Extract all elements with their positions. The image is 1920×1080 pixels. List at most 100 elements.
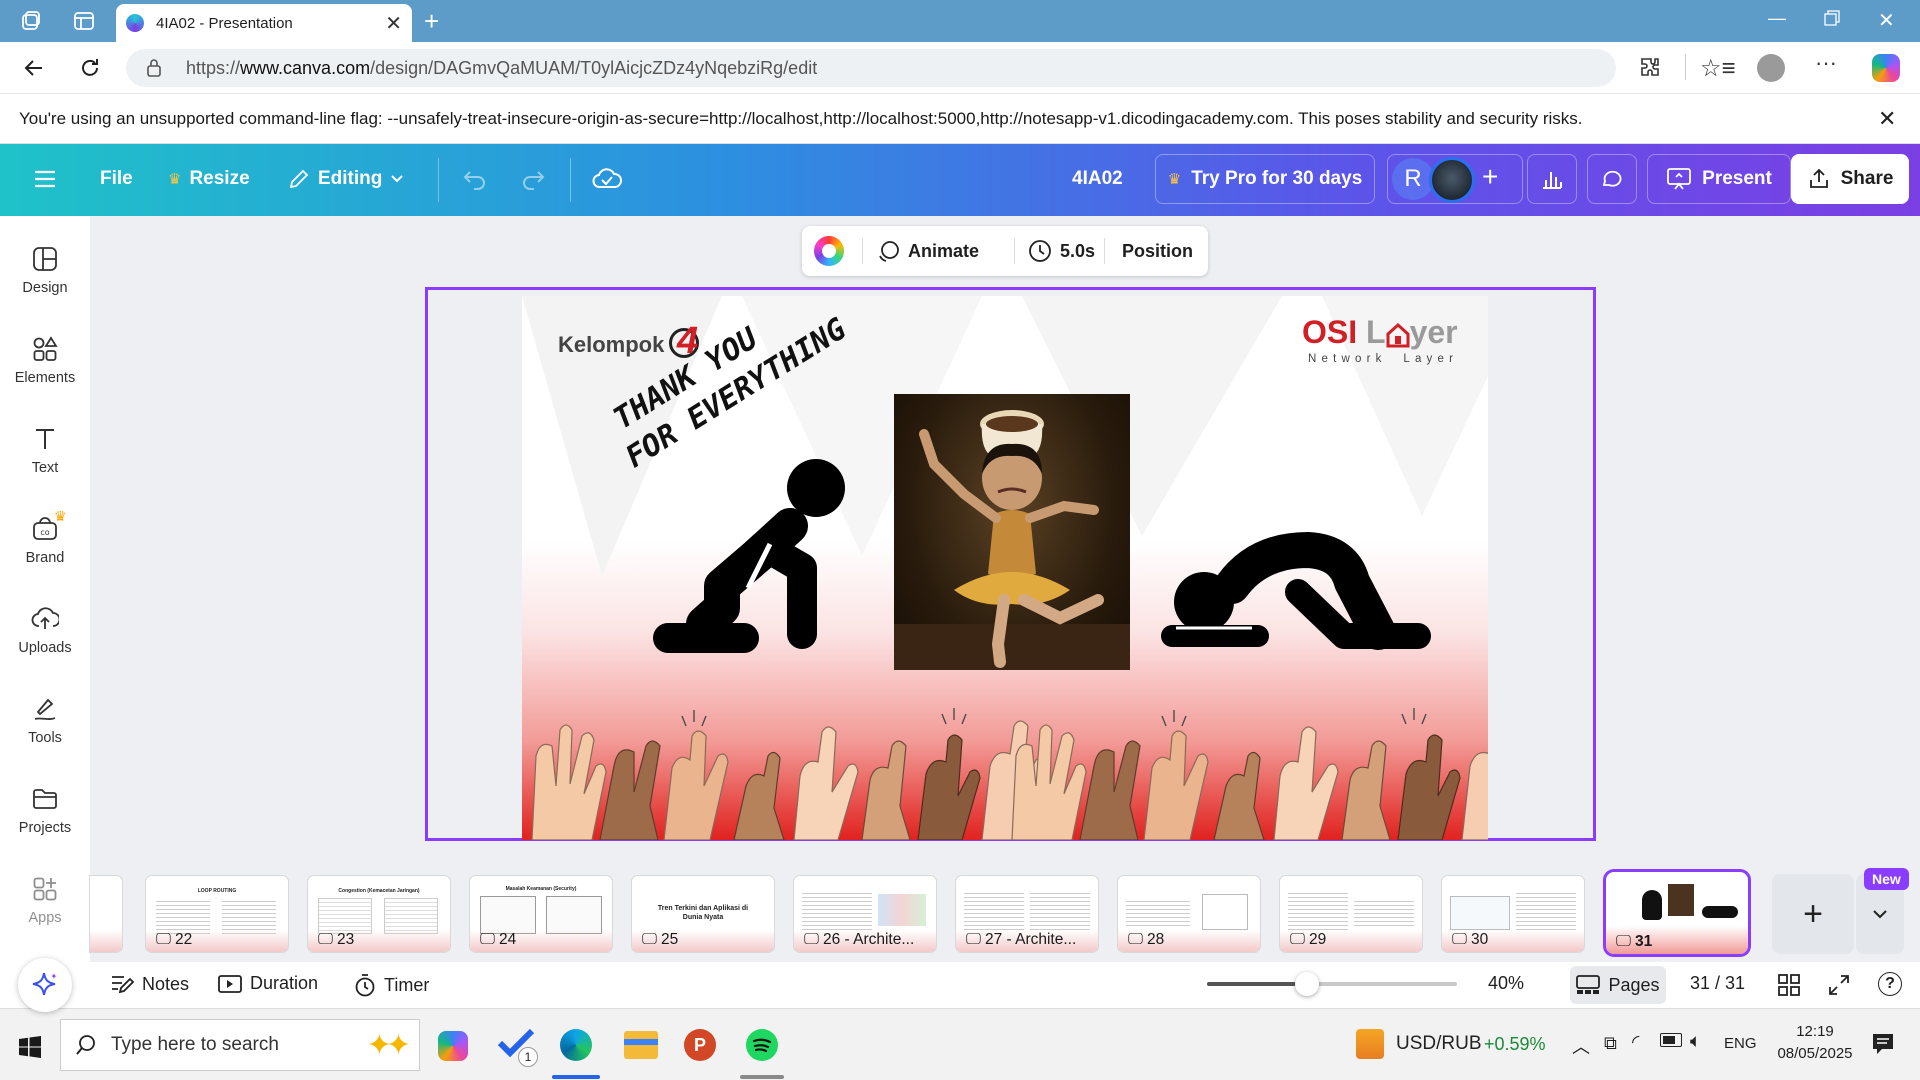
page-thumbnail-30[interactable]: 🖵 30 [1442, 876, 1584, 952]
refresh-icon[interactable] [78, 56, 102, 80]
notifications-icon[interactable] [1870, 1031, 1896, 1057]
page-thumbnail-22[interactable]: LOOP ROUTING 🖵 22 [146, 876, 288, 952]
document-title[interactable]: 4IA02 [1072, 168, 1123, 190]
todo-check-icon[interactable]: 1 [498, 1027, 538, 1067]
thumb-number: 22 [174, 931, 193, 948]
copilot-taskbar-icon[interactable] [438, 1031, 468, 1061]
duration-label: Duration [250, 973, 319, 993]
sidebar-item-uploads[interactable]: Uploads [0, 606, 90, 656]
file-explorer-icon[interactable] [624, 1031, 658, 1059]
present-label: Present [1702, 168, 1772, 189]
chevron-up-icon[interactable]: ︿ [1572, 1033, 1590, 1059]
clock[interactable]: 12:19 08/05/2025 [1770, 1021, 1860, 1065]
try-pro-button[interactable]: ♛ Try Pro for 30 days [1155, 154, 1375, 204]
duration-button[interactable]: Duration [218, 973, 318, 994]
share-button[interactable]: Share [1791, 154, 1909, 204]
browser-tab-active[interactable]: 4IA02 - Presentation ✕ [116, 4, 412, 42]
add-collaborator-icon[interactable]: + [1482, 161, 1498, 193]
collaborator-avatar[interactable] [1429, 157, 1475, 203]
close-tab-icon[interactable]: ✕ [385, 11, 402, 36]
close-warning-icon[interactable]: ✕ [1878, 106, 1896, 132]
extensions-icon[interactable] [1638, 55, 1662, 79]
copilot-icon[interactable] [1872, 54, 1900, 82]
edge-taskbar-icon[interactable] [560, 1029, 592, 1061]
collaborators-group: R + [1387, 154, 1523, 204]
wifi-icon[interactable]: ◜ [1632, 1031, 1639, 1054]
tab-actions-icon[interactable] [73, 10, 95, 32]
page-thumbnail-24[interactable]: Masalah Keamanan (Security) 🖵 24 [470, 876, 612, 952]
fullscreen-icon[interactable] [1828, 974, 1850, 996]
position-button[interactable]: Position [1122, 241, 1193, 262]
minimize-icon[interactable]: — [1768, 8, 1786, 29]
menu-hamburger-icon[interactable] [34, 170, 56, 188]
page-thumbnail-29[interactable]: 🖵 29 [1280, 876, 1422, 952]
close-window-icon[interactable]: ✕ [1878, 8, 1895, 33]
language-indicator[interactable]: ENG [1724, 1035, 1757, 1052]
color-wheel-icon[interactable] [814, 236, 844, 266]
duration-toolbar-button[interactable]: 5.0s [1028, 239, 1095, 263]
page-thumbnail-27[interactable]: 🖵 27 - Archite... [956, 876, 1098, 952]
zoom-slider-track[interactable] [1207, 972, 1457, 996]
editing-mode-button[interactable]: Editing [288, 168, 404, 190]
profile-avatar[interactable] [1757, 54, 1785, 82]
pages-toggle-button[interactable]: Pages [1570, 966, 1666, 1004]
redo-icon[interactable] [520, 168, 546, 190]
sidebar-item-tools[interactable]: Tools [0, 696, 90, 746]
undo-icon[interactable] [462, 168, 488, 190]
page-thumbnail-26[interactable]: 🖵 26 - Archite... [794, 876, 936, 952]
sidebar-item-apps[interactable]: Apps [0, 876, 90, 926]
battery-icon[interactable] [1660, 1033, 1682, 1047]
url-field[interactable]: https://www.canva.com/design/DAGmvQaMUAM… [126, 49, 1616, 87]
page-thumbnail-28[interactable]: 🖵 28 [1118, 876, 1260, 952]
page-thumbnail-31-selected[interactable]: 🖵 31 [1606, 872, 1748, 954]
resize-label: Resize [189, 168, 250, 189]
page-thumbnail-partial[interactable] [90, 876, 122, 952]
page-thumbnail-23[interactable]: Congestion (Kemacetan Jaringan) 🖵 23 [308, 876, 450, 952]
new-tab-icon[interactable]: + [424, 6, 439, 37]
restore-icon[interactable] [1824, 10, 1840, 26]
comments-button[interactable] [1587, 154, 1637, 204]
insights-button[interactable] [1527, 154, 1577, 204]
zoom-slider-handle[interactable] [1295, 972, 1319, 996]
svg-text:co: co [40, 528, 49, 537]
meet-icon[interactable]: ⧉ [1604, 1033, 1617, 1054]
page-thumbnail-25[interactable]: Tren Terkini dan Aplikasi di Dunia Nyata… [632, 876, 774, 952]
workspaces-icon[interactable] [20, 10, 42, 32]
powerpoint-icon[interactable]: P [684, 1029, 716, 1061]
resize-button[interactable]: ♛ Resize [168, 168, 250, 190]
comment-icon [1600, 167, 1624, 191]
user-avatar[interactable]: R [1392, 158, 1434, 200]
sparkles-icon: ✦✦ [366, 1028, 411, 1062]
sidebar-item-projects[interactable]: Projects [0, 786, 90, 836]
back-icon[interactable] [22, 56, 46, 80]
add-page-button[interactable]: + [1772, 874, 1854, 954]
windows-start-icon[interactable] [18, 1035, 42, 1059]
thumb-number: 24 [498, 931, 517, 948]
sidebar-item-design[interactable]: Design [0, 246, 90, 296]
slide-present-icon: 🖵 [156, 931, 171, 948]
zoom-level[interactable]: 40% [1488, 973, 1524, 994]
ticker-name[interactable]: USD/RUB [1396, 1033, 1482, 1055]
settings-more-icon[interactable]: ··· [1815, 50, 1837, 76]
spotify-icon[interactable] [746, 1029, 778, 1061]
sidebar-item-elements[interactable]: Elements [0, 336, 90, 386]
slide-canvas[interactable]: Kelompok 4 OSI Lyer Network Layer THANK … [522, 296, 1488, 840]
sidebar-item-text[interactable]: Text [0, 426, 90, 476]
file-menu-button[interactable]: File [100, 168, 133, 190]
help-icon[interactable]: ? [1878, 972, 1902, 996]
notes-icon [110, 973, 134, 995]
animate-button[interactable]: Animate [876, 239, 979, 263]
taskbar-search-box[interactable]: Type here to search ✦✦ [60, 1019, 420, 1071]
present-button[interactable]: Present [1647, 154, 1791, 204]
thumb-label: 🖵 24 [480, 931, 516, 949]
notes-button[interactable]: Notes [110, 973, 189, 995]
timer-button[interactable]: Timer [354, 973, 429, 997]
cloud-saved-icon[interactable] [592, 166, 622, 192]
lock-icon[interactable] [146, 58, 162, 78]
grid-view-icon[interactable] [1778, 974, 1800, 996]
magic-assistant-button[interactable] [18, 958, 72, 1012]
sidebar-item-brand[interactable]: ♛ co Brand [0, 508, 90, 566]
browser-tab-bar: 4IA02 - Presentation ✕ + — ✕ [0, 0, 1920, 42]
favorites-icon[interactable]: ☆≡ [1700, 54, 1736, 83]
volume-icon[interactable]: 🔈︎ [1690, 1031, 1701, 1053]
